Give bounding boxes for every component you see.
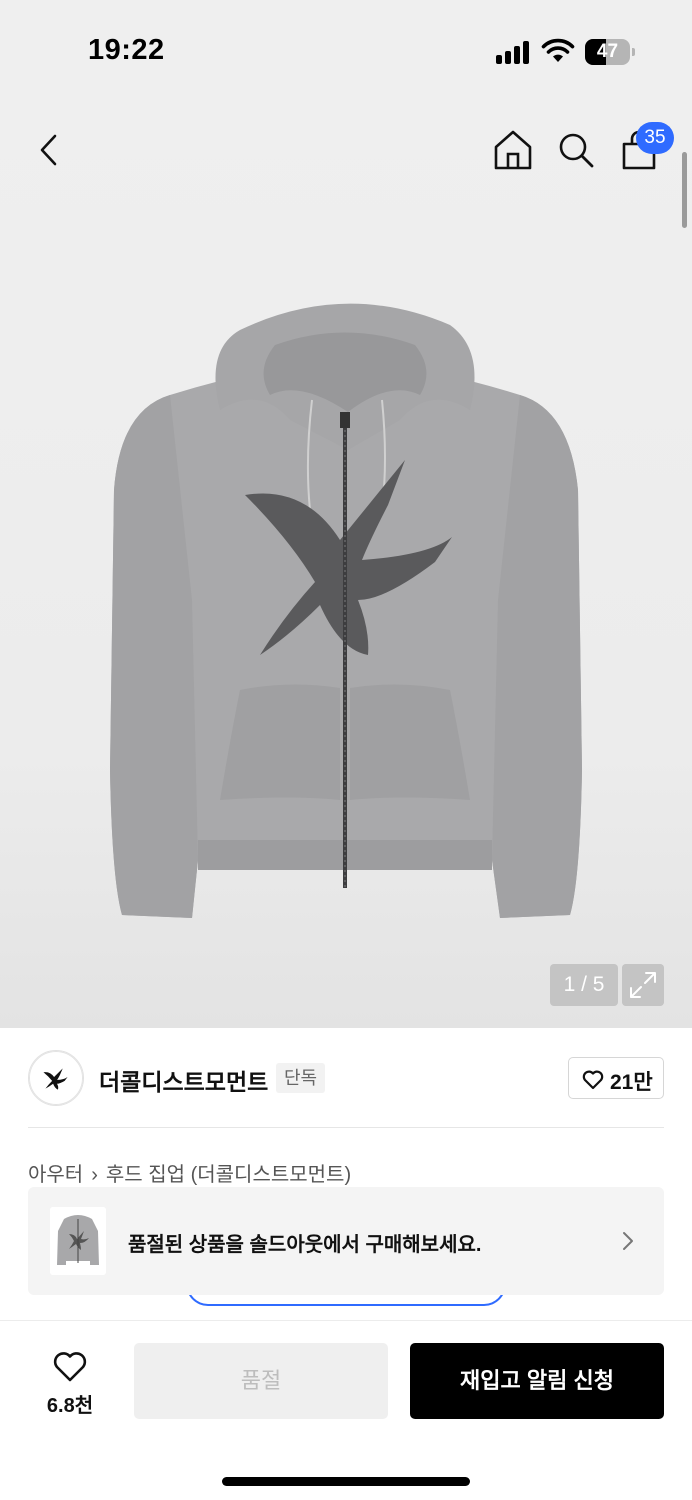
wishlist-button[interactable]: 6.8천 — [34, 1345, 106, 1421]
battery-level: 47 — [596, 41, 619, 62]
status-time: 19:22 — [88, 34, 165, 66]
banner-thumbnail — [50, 1207, 106, 1275]
scrollbar[interactable] — [682, 152, 687, 228]
bottom-action-bar: 6.8천 품절 재입고 알림 신청 — [0, 1320, 692, 1500]
breadcrumb-category[interactable]: 아우터 — [28, 1158, 83, 1187]
breadcrumb: 아우터 › 후드 집업 (더콜디스트모먼트) — [28, 1158, 351, 1187]
product-image — [110, 303, 582, 918]
search-icon[interactable] — [556, 130, 596, 170]
signal-icon — [496, 40, 532, 64]
home-icon[interactable] — [492, 128, 534, 172]
exclusive-badge: 단독 — [276, 1063, 326, 1093]
cart-badge: 35 — [636, 122, 674, 154]
brand-logo[interactable] — [28, 1050, 84, 1106]
breadcrumb-subcategory[interactable]: 후드 집업 (더콜디스트모먼트) — [106, 1158, 351, 1187]
image-pager: 1 / 5 — [550, 964, 618, 1006]
battery-icon: 47 — [585, 39, 635, 65]
home-indicator[interactable] — [222, 1477, 470, 1486]
brand-like-button[interactable]: 21만 — [568, 1057, 664, 1099]
back-icon[interactable] — [30, 130, 70, 170]
brand-row: 더콜디스트모먼트 단독 21만 — [28, 1048, 664, 1110]
product-gallery[interactable]: 35 1 / 5 — [0, 100, 692, 1028]
soldout-banner[interactable]: 품절된 상품을 솔드아웃에서 구매해보세요. — [28, 1187, 664, 1295]
chevron-right-icon: › — [91, 1164, 98, 1186]
wifi-icon — [541, 38, 575, 62]
banner-text: 품절된 상품을 솔드아웃에서 구매해보세요. — [128, 1234, 482, 1256]
divider — [28, 1127, 664, 1128]
chevron-right-icon — [623, 1232, 633, 1250]
expand-icon[interactable] — [622, 964, 664, 1006]
status-bar: 19:22 47 — [0, 0, 692, 100]
soldout-button[interactable]: 품절 — [134, 1343, 388, 1419]
heart-icon — [53, 1352, 87, 1382]
brand-like-count: 21만 — [610, 1071, 653, 1094]
wishlist-count: 6.8천 — [46, 1395, 94, 1417]
brand-name[interactable]: 더콜디스트모먼트 — [99, 1063, 268, 1097]
restock-alert-button[interactable]: 재입고 알림 신청 — [410, 1343, 664, 1419]
heart-icon — [582, 1070, 604, 1090]
